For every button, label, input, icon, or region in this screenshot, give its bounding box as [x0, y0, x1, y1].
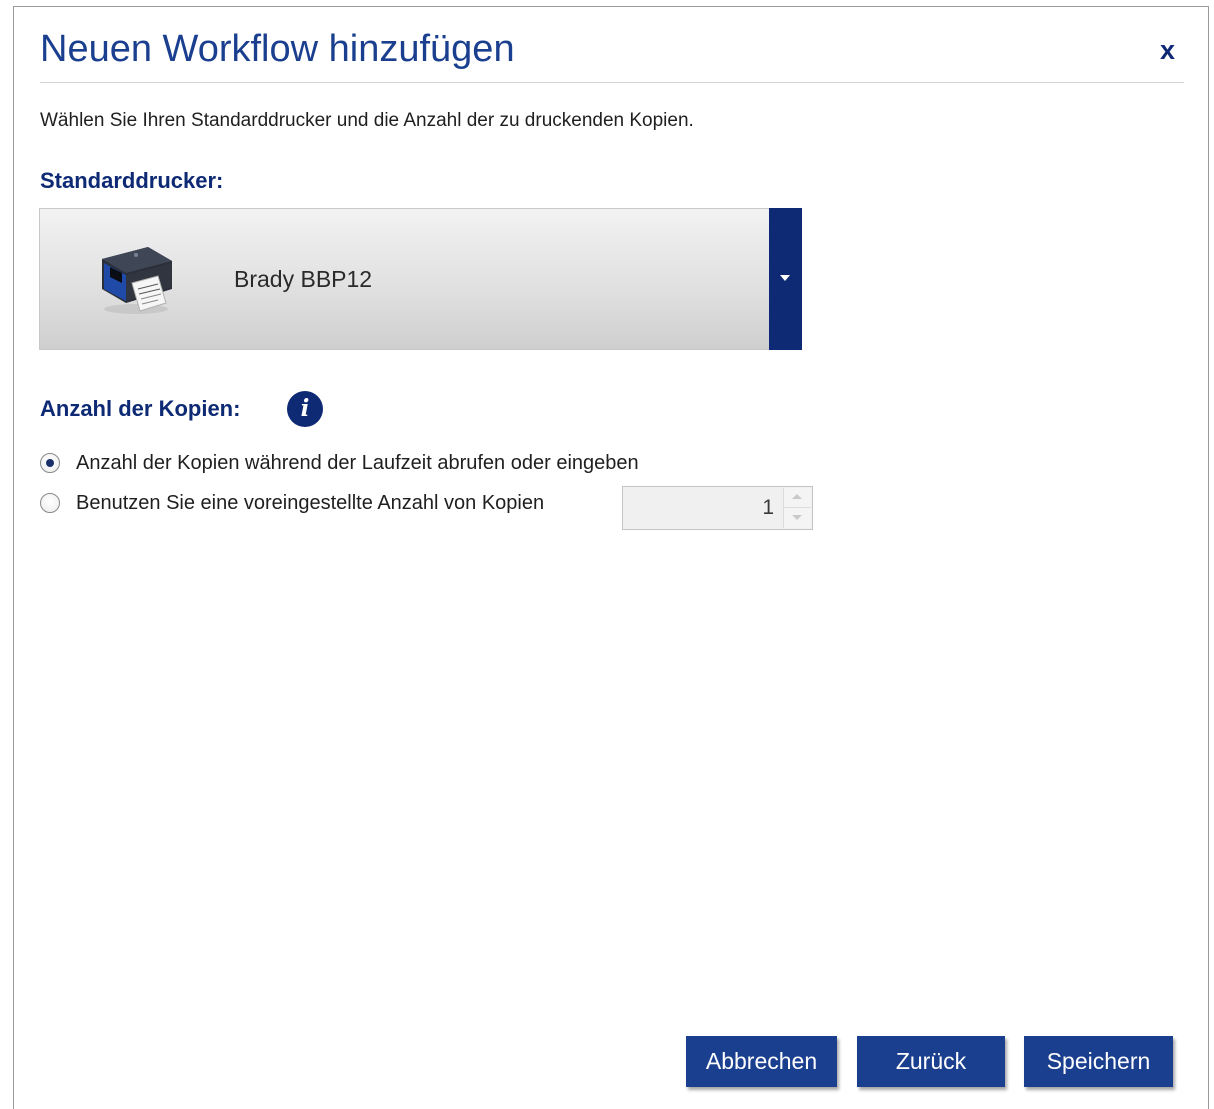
- copies-preset-radio[interactable]: [40, 493, 60, 513]
- default-printer-label: Standarddrucker:: [40, 168, 224, 193]
- back-button[interactable]: Zurück: [857, 1036, 1005, 1087]
- copies-quantity-value: 1: [762, 496, 774, 519]
- printer-dropdown-button[interactable]: [769, 208, 802, 350]
- copies-preset-label: Benutzen Sie eine voreingestellte Anzahl…: [76, 491, 545, 514]
- selected-printer-name: Brady BBP12: [234, 266, 373, 292]
- copies-preset-option[interactable]: Benutzen Sie eine voreingestellte Anzahl…: [40, 490, 544, 516]
- info-icon[interactable]: i: [287, 391, 323, 427]
- copies-runtime-radio[interactable]: [40, 453, 60, 473]
- dialog-title: Neuen Workflow hinzufügen: [40, 28, 515, 70]
- close-icon[interactable]: x: [1160, 34, 1175, 66]
- chevron-down-icon: [780, 275, 790, 281]
- printer-icon: [102, 247, 172, 314]
- copies-runtime-option[interactable]: Anzahl der Kopien während der Laufzeit a…: [40, 450, 639, 476]
- default-printer-select[interactable]: Brady BBP12: [39, 208, 802, 350]
- cancel-button[interactable]: Abbrechen: [686, 1036, 837, 1087]
- dialog-intro-text: Wählen Sie Ihren Standarddrucker und die…: [40, 110, 694, 131]
- copies-quantity-stepper[interactable]: 1: [622, 486, 813, 530]
- save-button[interactable]: Speichern: [1024, 1036, 1173, 1087]
- copies-label: Anzahl der Kopien:: [40, 396, 241, 421]
- stepper-up-icon[interactable]: [783, 488, 811, 508]
- stepper-down-icon[interactable]: [783, 508, 811, 528]
- copies-runtime-label: Anzahl der Kopien während der Laufzeit a…: [76, 451, 639, 474]
- title-divider: [40, 82, 1184, 83]
